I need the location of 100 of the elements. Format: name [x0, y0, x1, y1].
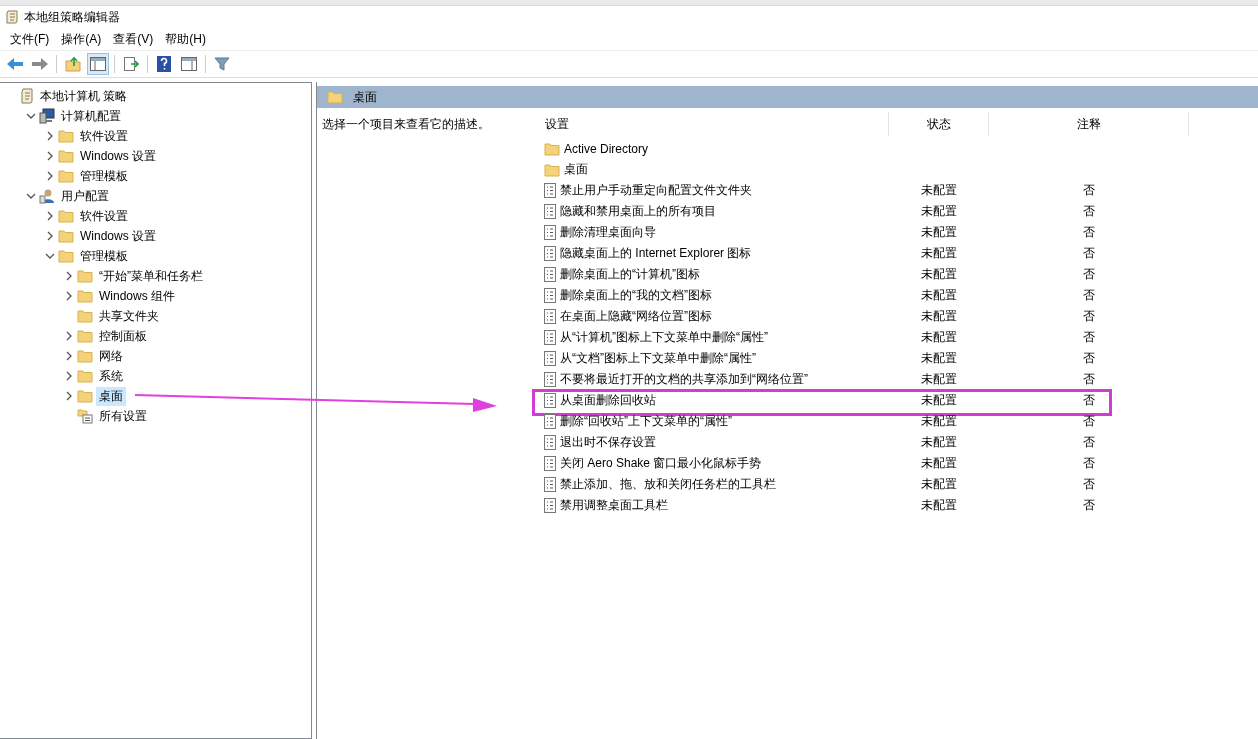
- setting-name[interactable]: 从“文档”图标上下文菜单中删除“属性”: [560, 350, 756, 367]
- policy-setting-icon: [544, 414, 556, 429]
- computer-icon: [39, 108, 55, 124]
- scroll-icon: [6, 10, 18, 24]
- setting-name[interactable]: 禁止用户手动重定向配置文件文件夹: [560, 182, 752, 199]
- state-cell-text: 未配置: [920, 266, 958, 283]
- tree-item[interactable]: 软件设置: [77, 206, 131, 226]
- tree-item[interactable]: 管理模板: [77, 246, 131, 266]
- folder-icon: [58, 229, 74, 243]
- comment-cell-text: 否: [1082, 182, 1096, 199]
- policy-setting-icon: [544, 225, 556, 240]
- chevron-down-icon[interactable]: [26, 191, 36, 201]
- comment-cell-text: 否: [1082, 350, 1096, 367]
- setting-name[interactable]: 删除“回收站”上下文菜单的“属性”: [560, 413, 732, 430]
- setting-name[interactable]: 在桌面上隐藏“网络位置”图标: [560, 308, 712, 325]
- comment-cell-text: 否: [1082, 329, 1096, 346]
- state-cell-text: 未配置: [920, 497, 958, 514]
- state-cell-text: 未配置: [920, 224, 958, 241]
- tree-item[interactable]: 用户配置: [58, 186, 112, 206]
- comment-cell-text: 否: [1082, 434, 1096, 451]
- setting-name[interactable]: 隐藏和禁用桌面上的所有项目: [560, 203, 716, 220]
- tree-item[interactable]: 管理模板: [77, 166, 131, 186]
- setting-name[interactable]: 桌面: [564, 161, 588, 178]
- comment-cell-text: 否: [1082, 392, 1096, 409]
- chevron-down-icon[interactable]: [26, 111, 36, 121]
- show-hide-tree-button[interactable]: [87, 53, 109, 75]
- comment-cell-text: 否: [1082, 455, 1096, 472]
- setting-name[interactable]: 禁用调整桌面工具栏: [560, 497, 668, 514]
- folder-icon: [77, 349, 93, 363]
- setting-name[interactable]: 退出时不保存设置: [560, 434, 656, 451]
- comment-cell-text: 否: [1082, 245, 1096, 262]
- tree-item[interactable]: 桌面: [96, 386, 126, 406]
- setting-name[interactable]: 删除桌面上的“我的文档”图标: [560, 287, 712, 304]
- folder-icon: [77, 309, 93, 323]
- folder-icon: [58, 169, 74, 183]
- setting-name[interactable]: 不要将最近打开的文档的共享添加到“网络位置”: [560, 371, 808, 388]
- folder-icon: [327, 90, 343, 104]
- setting-name[interactable]: Active Directory: [564, 141, 649, 156]
- tree-item[interactable]: 网络: [96, 346, 126, 366]
- state-cell-text: 未配置: [920, 329, 958, 346]
- folder-icon: [58, 129, 74, 143]
- tree-item[interactable]: 共享文件夹: [96, 306, 162, 326]
- tree-item[interactable]: 软件设置: [77, 126, 131, 146]
- policy-setting-icon: [544, 267, 556, 282]
- folder-icon: [58, 209, 74, 223]
- column-header[interactable]: 注释: [989, 112, 1189, 136]
- tree-item[interactable]: Windows 设置: [77, 226, 159, 246]
- folder-icon: [58, 249, 74, 263]
- policy-setting-icon: [544, 288, 556, 303]
- menu-item[interactable]: 查看(V): [107, 30, 160, 48]
- setting-name[interactable]: 删除清理桌面向导: [560, 224, 656, 241]
- tree-item[interactable]: Windows 设置: [77, 146, 159, 166]
- policy-setting-icon: [544, 477, 556, 492]
- folder-icon: [77, 389, 93, 403]
- tree-item[interactable]: Windows 组件: [96, 286, 178, 306]
- column-header[interactable]: 状态: [889, 112, 989, 136]
- comment-cell-text: 否: [1082, 203, 1096, 220]
- setting-name[interactable]: 从桌面删除回收站: [560, 392, 656, 409]
- setting-name[interactable]: 删除桌面上的“计算机”图标: [560, 266, 700, 283]
- policy-setting-icon: [544, 246, 556, 261]
- folder-icon: [77, 369, 93, 383]
- policy-setting-icon: [544, 393, 556, 408]
- folder-icon: [77, 289, 93, 303]
- setting-name[interactable]: 从“计算机”图标上下文菜单中删除“属性”: [560, 329, 768, 346]
- state-cell-text: 未配置: [920, 182, 958, 199]
- state-cell-text: 未配置: [920, 350, 958, 367]
- tree-item[interactable]: 所有设置: [96, 406, 150, 426]
- setting-name[interactable]: 禁止添加、拖、放和关闭任务栏的工具栏: [560, 476, 776, 493]
- tree-item[interactable]: 控制面板: [96, 326, 150, 346]
- tree-item[interactable]: 本地计算机 策略: [37, 86, 131, 106]
- comment-cell-text: 否: [1082, 497, 1096, 514]
- menu-item[interactable]: 操作(A): [55, 30, 108, 48]
- folder-icon: [544, 141, 560, 156]
- comment-cell-text: 否: [1082, 266, 1096, 283]
- menu-item[interactable]: 帮助(H): [159, 30, 212, 48]
- policy-setting-icon: [544, 330, 556, 345]
- window-title: 本地组策略编辑器: [24, 8, 120, 26]
- chevron-down-icon[interactable]: [45, 251, 55, 261]
- state-cell-text: 未配置: [920, 287, 958, 304]
- comment-cell-text: 否: [1082, 308, 1096, 325]
- folder-icon: [77, 269, 93, 283]
- scroll-icon: [20, 88, 34, 104]
- state-cell-text: 未配置: [920, 434, 958, 451]
- state-cell-text: 未配置: [920, 476, 958, 493]
- column-header[interactable]: 设置: [534, 112, 889, 136]
- state-cell-text: 未配置: [920, 203, 958, 220]
- setting-name[interactable]: 隐藏桌面上的 Internet Explorer 图标: [560, 245, 752, 262]
- state-cell-text: 未配置: [920, 413, 958, 430]
- header-title: 桌面: [353, 88, 377, 106]
- state-cell-text: 未配置: [920, 308, 958, 325]
- setting-name[interactable]: 关闭 Aero Shake 窗口最小化鼠标手势: [560, 455, 762, 472]
- menu-item[interactable]: 文件(F): [4, 30, 56, 48]
- settings-list-icon: [77, 408, 93, 424]
- tree-item[interactable]: 计算机配置: [58, 106, 124, 126]
- tree-item[interactable]: “开始”菜单和任务栏: [96, 266, 206, 286]
- state-cell-text: 未配置: [920, 455, 958, 472]
- policy-setting-icon: [544, 498, 556, 513]
- policy-setting-icon: [544, 435, 556, 450]
- tree-item[interactable]: 系统: [96, 366, 126, 386]
- comment-cell-text: 否: [1082, 371, 1096, 388]
